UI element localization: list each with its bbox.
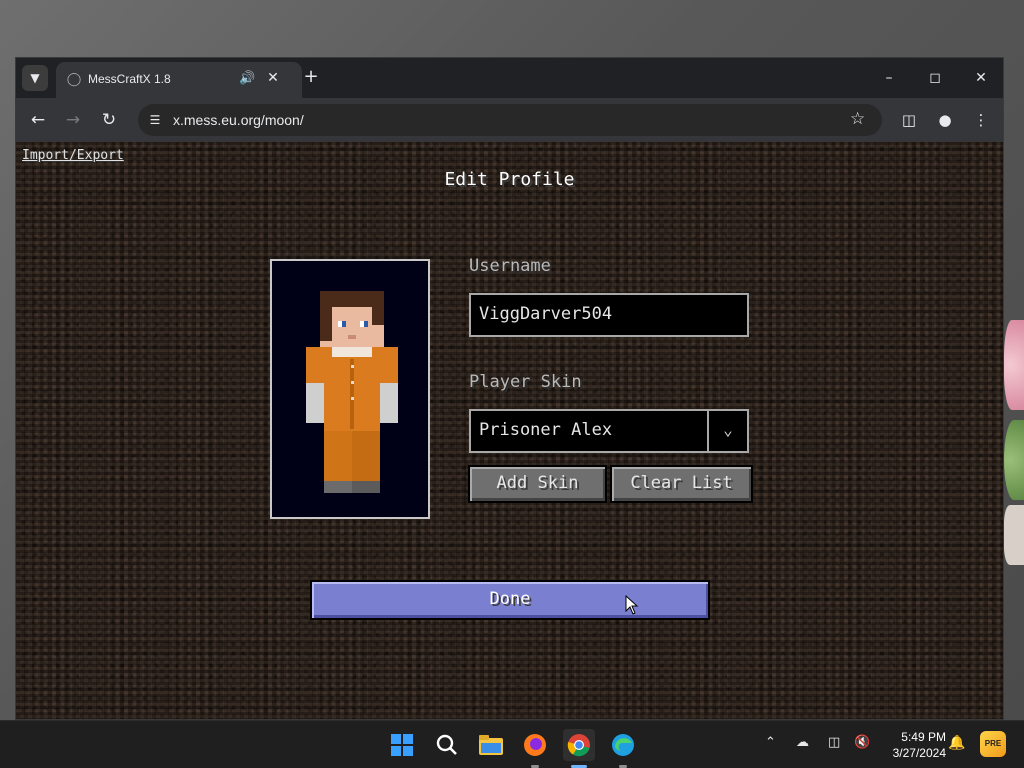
address-bar[interactable]: ☰ x.mess.eu.org/moon/ ☆: [138, 104, 882, 136]
url-text[interactable]: x.mess.eu.org/moon/: [173, 112, 304, 128]
desktop-wallpaper-pot: [1004, 505, 1024, 565]
import-export-link[interactable]: Import/Export: [22, 148, 124, 163]
close-icon[interactable]: ✕: [264, 70, 282, 86]
cursor-icon: [625, 595, 639, 615]
player-skin-label: Player Skin: [469, 372, 582, 392]
reload-icon[interactable]: ↻: [97, 108, 121, 132]
clock-time: 5:49 PM: [901, 730, 946, 744]
desktop-wallpaper-leaf: [1004, 420, 1024, 500]
tab-bar: ▼ ◯ MessCraftX 1.8 🔊 ✕ + – ◻ ✕: [16, 58, 1003, 98]
site-info-icon[interactable]: ☰: [146, 111, 164, 129]
star-icon[interactable]: ☆: [850, 109, 865, 129]
monitor-icon[interactable]: ◫: [828, 735, 840, 750]
firefox-icon[interactable]: [519, 729, 551, 761]
tab-messcraftx[interactable]: ◯ MessCraftX 1.8 🔊 ✕: [56, 62, 302, 98]
plus-icon[interactable]: +: [298, 66, 324, 90]
chrome-icon[interactable]: [563, 729, 595, 761]
tab-list-icon[interactable]: ▼: [22, 65, 48, 91]
volume-icon[interactable]: 🔇: [854, 735, 870, 750]
player-skin-figure: [306, 291, 398, 493]
page-title: Edit Profile: [444, 169, 575, 190]
menu-icon[interactable]: ⋮: [969, 108, 993, 132]
tab-title: MessCraftX 1.8: [88, 72, 171, 86]
chevron-down-icon[interactable]: ⌄: [707, 409, 749, 453]
browser-window: ▼ ◯ MessCraftX 1.8 🔊 ✕ + – ◻ ✕ ← → ↻ ☰ x…: [15, 57, 1004, 720]
browser-toolbar: ← → ↻ ☰ x.mess.eu.org/moon/ ☆ ◫ ● ⋮: [16, 98, 1003, 142]
skin-preview[interactable]: [270, 259, 430, 519]
add-skin-button[interactable]: Add Skin: [468, 465, 607, 503]
system-clock[interactable]: 5:49 PM 3/27/2024: [880, 729, 946, 761]
copilot-icon[interactable]: PRE: [980, 731, 1006, 757]
side-panel-icon[interactable]: ◫: [897, 108, 921, 132]
file-explorer-icon[interactable]: [475, 729, 507, 761]
globe-icon: ◯: [66, 72, 82, 87]
bell-icon[interactable]: 🔔: [948, 735, 965, 751]
username-label: Username: [469, 256, 551, 276]
close-icon[interactable]: ✕: [961, 64, 1001, 92]
chevron-up-icon[interactable]: ⌃: [765, 735, 776, 750]
clock-date: 3/27/2024: [892, 746, 946, 760]
taskbar: ⌃ ☁ ◫ 🔇 5:49 PM 3/27/2024 🔔 PRE: [0, 720, 1024, 768]
minimize-icon[interactable]: –: [869, 64, 909, 92]
username-input[interactable]: ViggDarver504: [469, 293, 749, 337]
speaker-icon[interactable]: 🔊: [239, 71, 255, 86]
done-button[interactable]: Done: [310, 580, 710, 620]
windows-start-icon[interactable]: [386, 729, 418, 761]
clear-list-button[interactable]: Clear List: [610, 465, 753, 503]
search-icon[interactable]: [431, 729, 463, 761]
game-viewport: Import/Export Edit Profile Username Vigg…: [16, 142, 1003, 719]
back-icon[interactable]: ←: [26, 108, 50, 132]
cloud-off-icon[interactable]: ☁: [796, 735, 809, 750]
maximize-icon[interactable]: ◻: [915, 64, 955, 92]
edge-icon[interactable]: [607, 729, 639, 761]
desktop-wallpaper-flower: [1004, 320, 1024, 410]
player-skin-select[interactable]: Prisoner Alex: [469, 409, 709, 453]
forward-icon[interactable]: →: [61, 108, 85, 132]
profile-icon[interactable]: ●: [933, 108, 957, 132]
